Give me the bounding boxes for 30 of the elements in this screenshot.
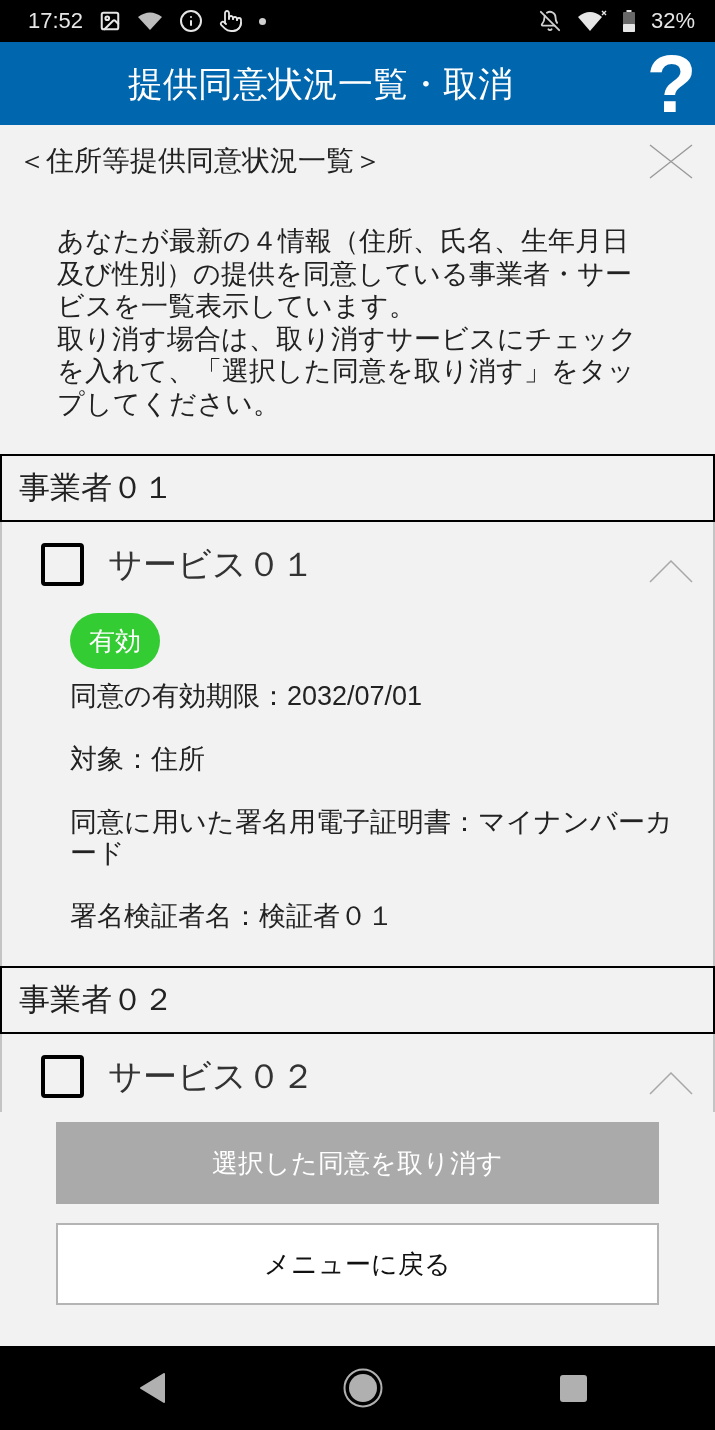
intro-paragraph: 取り消す場合は、取り消すサービスにチェックを入れて、「選択した同意を取り消す」をタップしてください。 (57, 322, 637, 420)
checkbox[interactable] (41, 1054, 84, 1098)
detail-text: 対象：住所 (70, 744, 206, 775)
section-title: ＜住所等提供同意状況一覧＞ (18, 144, 382, 178)
intro-paragraph: あなたが最新の４情報（住所、氏名、生年月日及び性別）の提供を同意している事業者・サービスを一覧表示しています。 (57, 225, 633, 323)
status-time: 17:52 (28, 8, 84, 34)
battery-icon (622, 10, 635, 32)
image-icon (99, 10, 122, 32)
detail-text: 署名検証者名：検証者０１ (70, 901, 395, 932)
checkbox[interactable] (41, 542, 84, 586)
service-name: サービス０１ (108, 544, 316, 585)
detail-text: 同意の有効期限：2032/07/01 (70, 681, 424, 712)
wifi-icon (137, 11, 164, 31)
info-icon (179, 9, 204, 33)
menu-button[interactable]: メニューに戻る (56, 1223, 659, 1305)
provider-header: 事業者０２ (0, 966, 715, 1034)
detail-text: 同意に用いた署名用電子証明書：マイナンバーカード (70, 807, 674, 869)
back-icon[interactable] (140, 1373, 166, 1403)
help-button[interactable]: ? (640, 42, 715, 125)
screen-title: 提供同意状況一覧・取消 (126, 62, 514, 105)
home-icon[interactable] (343, 1368, 383, 1408)
recents-icon[interactable] (560, 1374, 587, 1402)
notification-dot-icon (259, 17, 267, 25)
battery-percent: 32% (650, 8, 695, 34)
hand-icon (219, 9, 244, 33)
service-name: サービス０２ (108, 1056, 316, 1097)
wifi-icon (576, 10, 607, 32)
provider-header: 事業者０１ (0, 454, 715, 522)
bell-off-icon (538, 10, 561, 32)
status-badge: 有効 (70, 613, 160, 669)
